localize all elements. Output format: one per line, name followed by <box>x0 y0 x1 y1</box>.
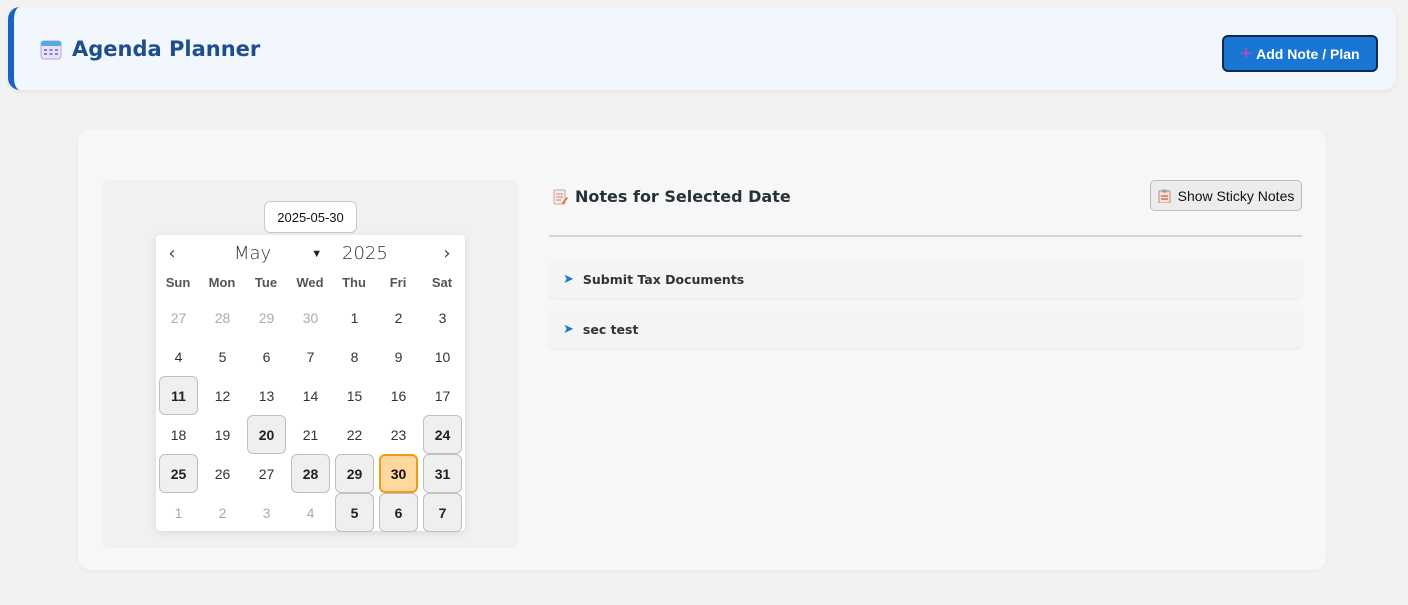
calendar-day[interactable]: 29 <box>247 298 286 337</box>
chevron-down-icon: ▼ <box>311 247 323 260</box>
calendar-day[interactable]: 28 <box>291 454 330 493</box>
weekday-label: Thu <box>342 275 366 290</box>
weekday-label: Wed <box>296 275 324 290</box>
calendar-day[interactable]: 15 <box>335 376 374 415</box>
calendar-day[interactable]: 22 <box>335 415 374 454</box>
weekday-label: Sat <box>431 275 453 290</box>
calendar-day[interactable]: 25 <box>159 454 198 493</box>
notes-heading: Notes for Selected Date <box>552 187 791 206</box>
plus-icon: + <box>1240 42 1253 65</box>
divider <box>549 235 1302 237</box>
calendar-day[interactable]: 27 <box>247 454 286 493</box>
calendar-day[interactable]: 27 <box>159 298 198 337</box>
month-label: May <box>234 243 272 264</box>
year-input[interactable]: 2025 <box>342 243 388 264</box>
calendar-day[interactable]: 1 <box>335 298 374 337</box>
notes-title: Notes for Selected Date <box>575 187 791 206</box>
chevron-right-icon[interactable]: › <box>437 245 457 265</box>
calendar-day[interactable]: 19 <box>203 415 242 454</box>
calendar-day[interactable]: 14 <box>291 376 330 415</box>
add-note-plan-label: Add Note / Plan <box>1256 45 1360 62</box>
calendar-day[interactable]: 31 <box>423 454 462 493</box>
calendar-icon <box>40 40 62 60</box>
calendar-day[interactable]: 28 <box>203 298 242 337</box>
weekday-label: Mon <box>208 275 236 290</box>
show-sticky-notes-button[interactable]: Show Sticky Notes <box>1150 180 1302 211</box>
calendar-day[interactable]: 2 <box>379 298 418 337</box>
calendar-day[interactable]: 7 <box>423 493 462 532</box>
calendar-day[interactable]: 7 <box>291 337 330 376</box>
calendar-day[interactable]: 10 <box>423 337 462 376</box>
calendar-day[interactable]: 20 <box>247 415 286 454</box>
page-title: Agenda Planner <box>72 37 261 61</box>
note-item-label: sec test <box>582 322 639 337</box>
memo-icon <box>553 189 568 204</box>
calendar-day[interactable]: 12 <box>203 376 242 415</box>
calendar-popup: ‹ May ▼ 2025 › Sun Mon Tue Wed Thu Fri Sat 27 2… <box>156 235 465 532</box>
main-card: 2025-05-30 ‹ May ▼ 2025 › Sun Mon Tue Wed Th… <box>78 130 1326 570</box>
weekday-label: Fri <box>389 275 407 290</box>
calendar-day[interactable]: 29 <box>335 454 374 493</box>
calendar-day[interactable]: 18 <box>159 415 198 454</box>
calendar-day[interactable]: 23 <box>379 415 418 454</box>
calendar-day[interactable]: 4 <box>159 337 198 376</box>
calendar-day[interactable]: 3 <box>423 298 462 337</box>
calendar-day[interactable]: 2 <box>203 493 242 532</box>
sticky-notes-label: Show Sticky Notes <box>1177 187 1295 204</box>
calendar-day[interactable]: 4 <box>291 493 330 532</box>
header-title-wrap: Agenda Planner <box>40 37 260 61</box>
calendar-day-selected[interactable]: 30 <box>379 454 418 493</box>
month-select[interactable]: May ▼ <box>234 243 322 264</box>
calendar-day[interactable]: 5 <box>203 337 242 376</box>
calendar-day[interactable]: 11 <box>159 376 198 415</box>
calendar-day[interactable]: 3 <box>247 493 286 532</box>
calendar-day[interactable]: 13 <box>247 376 286 415</box>
calendar-day[interactable]: 21 <box>291 415 330 454</box>
weekday-row: Sun Mon Tue Wed Thu Fri Sat <box>156 275 465 290</box>
note-item[interactable]: ➤ sec test <box>549 311 1302 348</box>
calendar-day[interactable]: 30 <box>291 298 330 337</box>
calendar-day[interactable]: 6 <box>247 337 286 376</box>
clipboard-icon <box>1158 189 1171 203</box>
calendar-day[interactable]: 16 <box>379 376 418 415</box>
note-item[interactable]: ➤ Submit Tax Documents <box>549 261 1302 298</box>
calendar-header: ‹ May ▼ 2025 › <box>156 243 465 267</box>
weekday-label: Sun <box>165 275 191 290</box>
note-item-label: Submit Tax Documents <box>582 272 745 287</box>
arrow-right-icon: ➤ <box>563 322 574 337</box>
calendar-day[interactable]: 1 <box>159 493 198 532</box>
calendar-panel: 2025-05-30 ‹ May ▼ 2025 › Sun Mon Tue Wed Th… <box>102 180 518 548</box>
calendar-day[interactable]: 8 <box>335 337 374 376</box>
calendar-day[interactable]: 24 <box>423 415 462 454</box>
arrow-right-icon: ➤ <box>563 272 574 287</box>
chevron-left-icon[interactable]: ‹ <box>162 245 182 265</box>
calendar-day[interactable]: 17 <box>423 376 462 415</box>
date-input[interactable]: 2025-05-30 <box>264 201 357 233</box>
calendar-day[interactable]: 26 <box>203 454 242 493</box>
app-header: Agenda Planner + Add Note / Plan <box>8 7 1396 90</box>
add-note-plan-button[interactable]: + Add Note / Plan <box>1222 35 1378 72</box>
calendar-day[interactable]: 9 <box>379 337 418 376</box>
calendar-day[interactable]: 5 <box>335 493 374 532</box>
calendar-day[interactable]: 6 <box>379 493 418 532</box>
weekday-label: Tue <box>254 275 278 290</box>
